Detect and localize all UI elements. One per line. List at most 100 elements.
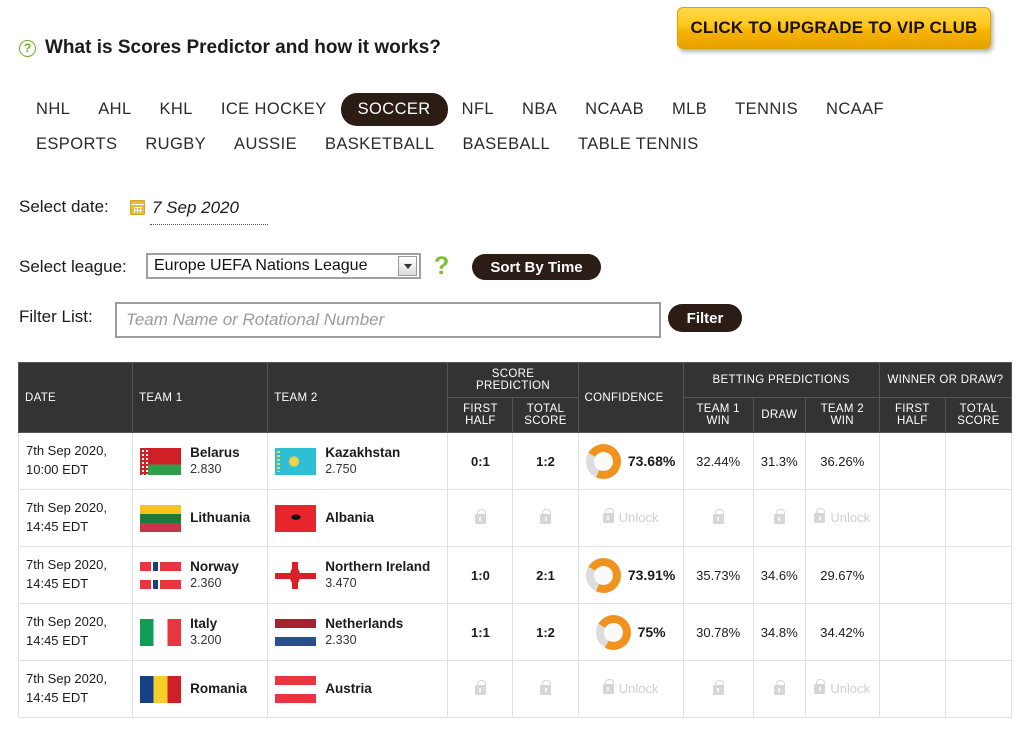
first-half-cell: 1:1 — [447, 603, 514, 661]
th-team2-win[interactable]: TEAM 2 WIN — [804, 397, 880, 433]
table-row: 7th Sep 2020, 14:45 EDT Italy 3.200 Nethe… — [17, 603, 1013, 661]
league-select[interactable]: Europe UEFA Nations League — [146, 253, 421, 279]
sort-by-time-button[interactable]: Sort By Time — [472, 254, 601, 280]
first-half-cell[interactable] — [447, 660, 514, 718]
tab-ahl[interactable]: AHL — [84, 94, 145, 125]
team-odds: 3.470 — [325, 575, 357, 590]
wd-first-half-cell — [878, 432, 946, 490]
lock-icon[interactable] — [712, 509, 724, 525]
tab-khl[interactable]: KHL — [146, 94, 207, 125]
team-name: Kazakhstan — [325, 444, 401, 460]
draw-cell: 34.8% — [752, 603, 806, 661]
th-draw[interactable]: DRAW — [752, 397, 806, 433]
total-score-cell[interactable] — [512, 489, 579, 547]
tab-nba[interactable]: NBA — [508, 94, 571, 125]
team1-cell: Norway 2.360 — [132, 546, 269, 604]
flag-norway-icon — [140, 561, 182, 589]
lock-icon[interactable] — [773, 509, 785, 525]
tab-ncaaf[interactable]: NCAAF — [812, 94, 898, 125]
first-half-cell[interactable] — [447, 489, 514, 547]
th-wd-total-score[interactable]: TOTAL SCORE — [944, 397, 1013, 433]
confidence-donut-chart — [585, 557, 621, 593]
table-row: 7th Sep 2020,14:45 EDT Romania Austria — [17, 660, 1013, 718]
tab-baseball[interactable]: BASEBALL — [448, 129, 564, 160]
team-name: Albania — [325, 509, 374, 525]
question-circle-icon[interactable]: ? — [19, 39, 36, 57]
tab-table-tennis[interactable]: TABLE TENNIS — [564, 129, 713, 160]
team1-cell: Belarus 2.830 — [132, 432, 269, 490]
team2-cell: Kazakhstan 2.750 — [267, 432, 449, 490]
filter-button[interactable]: Filter — [668, 304, 742, 332]
tab-nhl[interactable]: NHL — [22, 94, 84, 125]
lock-icon[interactable] — [773, 680, 785, 696]
flag-austria-icon — [275, 675, 317, 703]
team1-win-cell[interactable] — [682, 660, 754, 718]
lock-icon[interactable] — [474, 680, 486, 696]
question-mark-icon[interactable]: ? — [434, 252, 449, 281]
tab-rugby[interactable]: RUGBY — [131, 129, 220, 160]
lock-icon[interactable] — [712, 680, 724, 696]
predictions-table: DATE TEAM 1 TEAM 2 SCORE PREDICTION CONF… — [17, 362, 1013, 718]
th-date[interactable]: DATE — [17, 362, 134, 433]
confidence-value: 73.68% — [627, 453, 676, 469]
tab-aussie[interactable]: AUSSIE — [220, 129, 311, 160]
tab-esports[interactable]: ESPORTS — [22, 129, 131, 160]
team2-win-cell[interactable]: Unlock — [804, 489, 880, 547]
team-name: Norway — [190, 558, 239, 574]
unlock-label: Unlock — [830, 681, 871, 697]
team-name: Austria — [325, 680, 372, 696]
tab-ice-hockey[interactable]: ICE HOCKEY — [207, 94, 341, 125]
date-value[interactable]: 7 Sep 2020 — [152, 198, 239, 218]
lock-icon[interactable] — [474, 509, 486, 525]
th-wd-first-half[interactable]: FIRST HALF — [878, 397, 946, 433]
wd-total-score-cell — [944, 603, 1013, 661]
th-total-score[interactable]: TOTAL SCORE — [512, 397, 579, 433]
confidence-cell[interactable]: Unlock — [577, 489, 684, 547]
th-confidence[interactable]: CONFIDENCE — [577, 362, 684, 433]
chevron-down-icon[interactable] — [398, 256, 417, 276]
tab-ncaab[interactable]: NCAAB — [571, 94, 658, 125]
calendar-icon[interactable] — [130, 200, 145, 215]
lock-icon[interactable] — [602, 507, 614, 523]
lock-icon[interactable] — [814, 507, 826, 523]
lock-icon[interactable] — [540, 680, 551, 696]
team-odds: 2.360 — [190, 575, 222, 590]
filter-input[interactable] — [115, 302, 661, 338]
team2-win-cell: 29.67% — [804, 546, 880, 604]
team1-win-cell[interactable] — [682, 489, 754, 547]
confidence-cell[interactable]: Unlock — [577, 660, 684, 718]
team-odds: 2.830 — [190, 461, 222, 476]
th-team1[interactable]: TEAM 1 — [132, 362, 269, 433]
team-name: Lithuania — [190, 509, 251, 525]
date-cell: 7th Sep 2020, 14:45 EDT — [17, 546, 134, 604]
team2-win-cell[interactable]: Unlock — [804, 660, 880, 718]
upgrade-to-vip-button[interactable]: CLICK TO UPGRADE TO VIP CLUB — [677, 7, 991, 49]
lock-icon[interactable] — [814, 678, 826, 694]
draw-cell[interactable] — [752, 489, 806, 547]
tab-tennis[interactable]: TENNIS — [721, 94, 812, 125]
th-team1-win[interactable]: TEAM 1 WIN — [682, 397, 754, 433]
team1-cell: Romania — [132, 660, 269, 718]
tab-soccer[interactable]: SOCCER — [340, 93, 448, 126]
lock-icon[interactable] — [602, 678, 614, 694]
tab-nfl[interactable]: NFL — [448, 94, 508, 125]
total-score-cell[interactable] — [512, 660, 579, 718]
th-first-half[interactable]: FIRST HALF — [447, 397, 514, 433]
team2-cell: Northern Ireland 3.470 — [267, 546, 449, 604]
lock-icon[interactable] — [540, 509, 551, 525]
wd-total-score-cell — [944, 660, 1013, 718]
team1-cell: Lithuania — [132, 489, 269, 547]
draw-cell: 34.6% — [752, 546, 806, 604]
team1-win-cell: 35.73% — [682, 546, 754, 604]
flag-lithuania-icon — [140, 504, 182, 532]
table-head: DATE TEAM 1 TEAM 2 SCORE PREDICTION CONF… — [17, 362, 1013, 433]
tab-basketball[interactable]: BASKETBALL — [311, 129, 448, 160]
sport-tabs-row-2: ESPORTS RUGBY AUSSIE BASKETBALL BASEBALL… — [22, 127, 1002, 162]
draw-cell[interactable] — [752, 660, 806, 718]
wd-first-half-cell — [878, 546, 946, 604]
th-team2[interactable]: TEAM 2 — [267, 362, 449, 433]
tab-mlb[interactable]: MLB — [658, 94, 721, 125]
table-row: 7th Sep 2020, 10:00 EDT Belarus 2.830 Kaz… — [17, 432, 1013, 490]
page-title-row: ? What is Scores Predictor and how it wo… — [19, 37, 441, 59]
team2-win-cell: 34.42% — [804, 603, 880, 661]
